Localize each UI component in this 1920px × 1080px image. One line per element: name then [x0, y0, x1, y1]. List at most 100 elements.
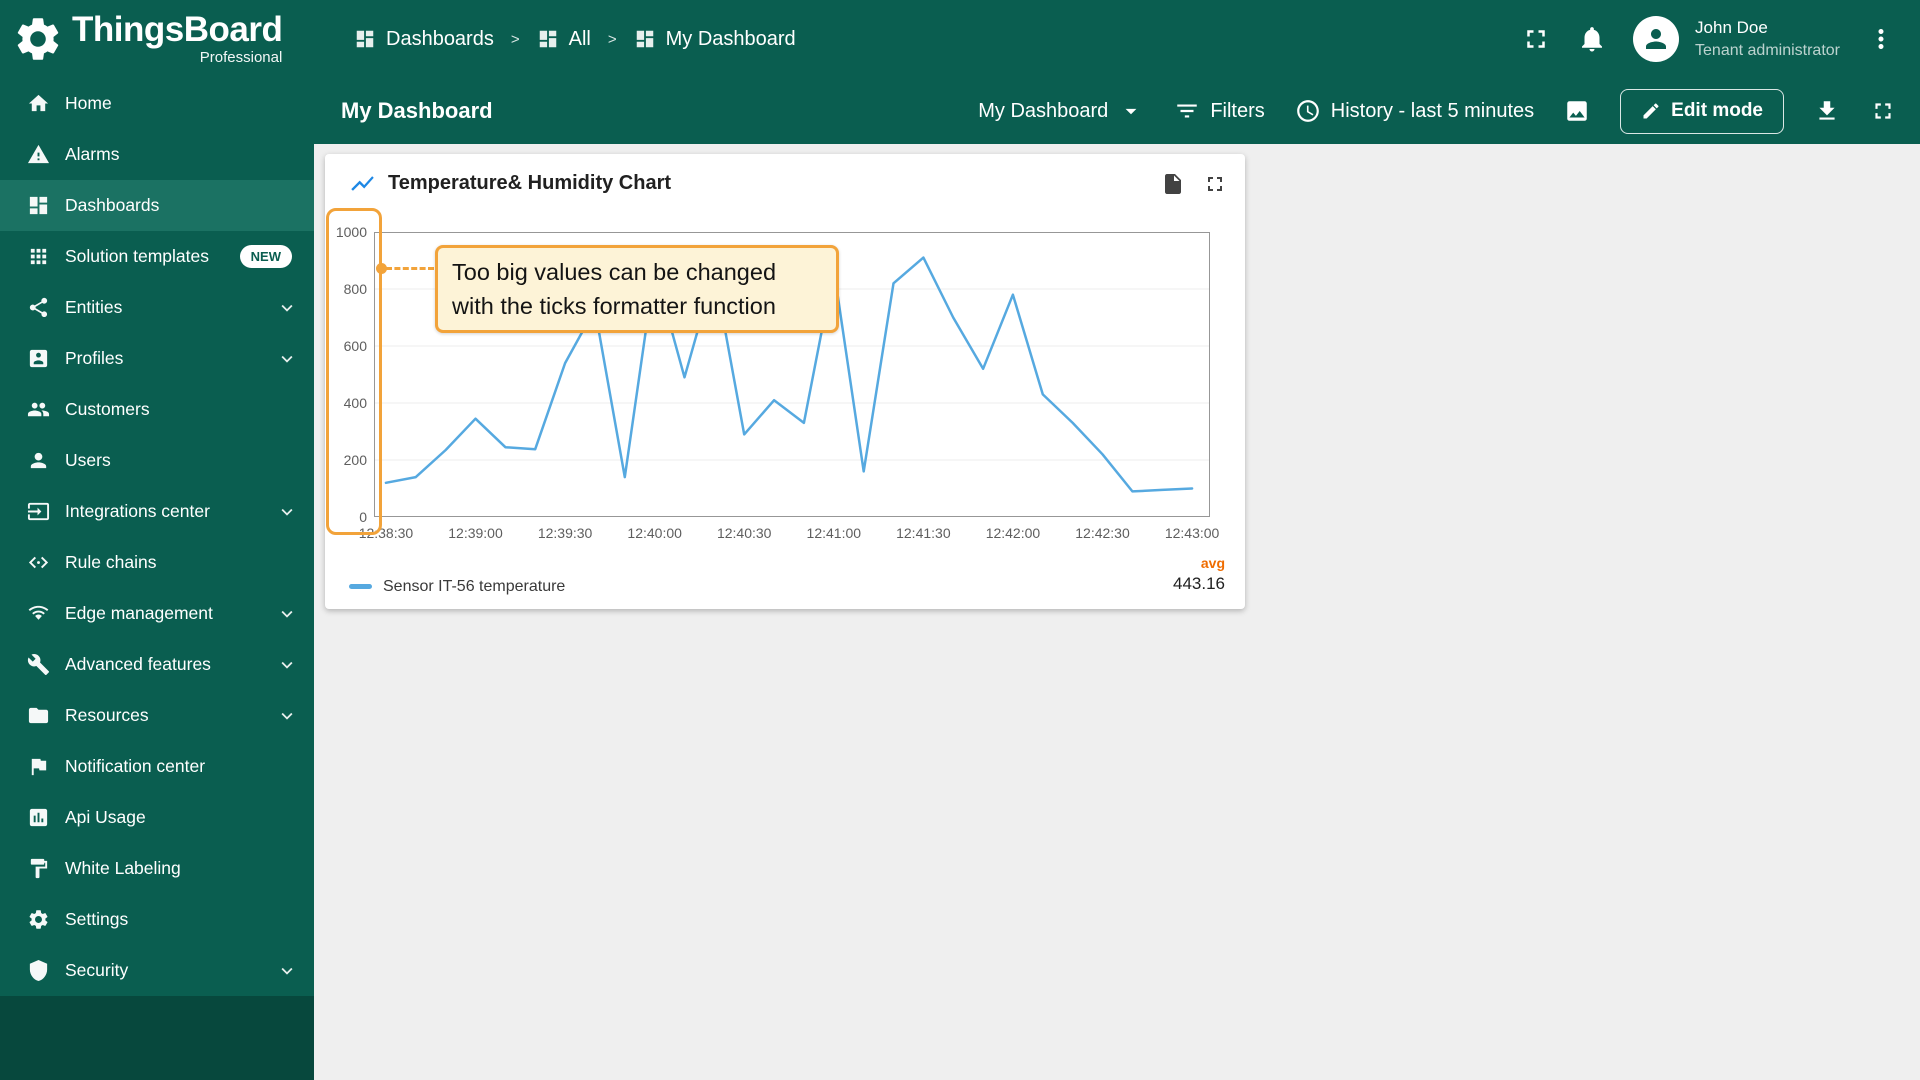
chart-box-icon [29, 808, 48, 827]
sidebar-item-settings[interactable]: Settings [0, 894, 314, 945]
history-label: History - last 5 minutes [1330, 99, 1535, 122]
sidebar-item-dashboards[interactable]: Dashboards [0, 180, 314, 231]
legend-series-item[interactable]: Sensor IT-56 temperature [349, 578, 565, 596]
user-name: John Doe [1695, 17, 1768, 37]
warning-icon [27, 144, 50, 164]
breadcrumb-item-dashboards[interactable]: Dashboards [354, 28, 494, 51]
dashboard-grid-icon [636, 30, 653, 48]
sidebar-item-white-labeling[interactable]: White Labeling [0, 843, 314, 894]
x-axis-tick: 12:38:30 [358, 525, 414, 541]
sidebar-item-integrations-center[interactable]: Integrations center [0, 486, 314, 537]
aggregation-label: avg [1200, 555, 1225, 571]
main-column: Dashboards > All > My Dashboard John Doe… [314, 0, 1920, 1080]
sidebar-item-label: Rule chains [65, 552, 157, 572]
sidebar-item-label: Notification center [65, 756, 206, 776]
y-axis-tick: 200 [343, 452, 367, 468]
chart-widget-card: Temperature& Humidity Chart 0 200 400 600 80… [325, 154, 1245, 609]
file-export-icon[interactable] [1161, 172, 1185, 196]
download-icon[interactable] [1814, 98, 1840, 124]
y-axis-tick: 1000 [335, 224, 367, 240]
widget-actions [1161, 172, 1227, 196]
chevron-down-icon [281, 967, 293, 975]
x-axis-tick: 12:41:00 [806, 525, 862, 541]
sidebar-item-advanced-features[interactable]: Advanced features [0, 639, 314, 690]
image-icon[interactable] [1564, 98, 1590, 124]
bell-icon[interactable] [1577, 24, 1607, 54]
fullscreen-icon[interactable] [1203, 172, 1227, 196]
sidebar-item-solution-templates[interactable]: Solution templates NEW [0, 231, 314, 282]
x-axis-tick: 12:42:30 [1075, 525, 1130, 541]
sidebar-item-home[interactable]: Home [0, 78, 314, 129]
breadcrumb-item-my-dashboard[interactable]: My Dashboard [634, 28, 796, 51]
user-info[interactable]: John Doe Tenant administrator [1695, 17, 1840, 62]
sidebar-item-rule-chains[interactable]: Rule chains [0, 537, 314, 588]
x-axis-tick: 12:40:00 [627, 525, 682, 541]
sidebar-item-notification-center[interactable]: Notification center [0, 741, 314, 792]
wrench-icon [27, 654, 50, 676]
x-axis-tick: 12:43:00 [1164, 525, 1220, 541]
new-badge: NEW [239, 245, 292, 268]
chevron-down-icon [281, 712, 293, 720]
dashboard-grid-icon [539, 30, 556, 48]
avatar-person-icon [1646, 29, 1667, 49]
sidebar-item-label: Integrations center [65, 501, 210, 521]
sidebar-item-label: Advanced features [65, 654, 211, 674]
legend-color-dash [349, 584, 372, 590]
topbar: Dashboards > All > My Dashboard John Doe… [314, 0, 1920, 78]
sidebar-item-users[interactable]: Users [0, 435, 314, 486]
dashboard-content: Temperature& Humidity Chart 0 200 400 600 80… [314, 144, 1920, 1080]
more-vert-icon[interactable] [1866, 24, 1896, 54]
sidebar-item-customers[interactable]: Customers [0, 384, 314, 435]
page-title: My Dashboard [341, 98, 493, 123]
x-axis-tick: 12:40:30 [716, 525, 772, 541]
breadcrumb-separator: > [510, 30, 520, 48]
topbar-actions: John Doe Tenant administrator [1521, 16, 1896, 62]
widget-title: Temperature& Humidity Chart [388, 172, 672, 194]
dashboard-state-select[interactable]: My Dashboard [978, 98, 1144, 124]
avatar[interactable] [1633, 16, 1680, 62]
breadcrumb-separator: > [607, 30, 617, 48]
breadcrumb-label: All [568, 27, 591, 50]
code-icon [28, 556, 49, 569]
callout-connector-line [386, 267, 434, 270]
folder-icon [28, 707, 49, 724]
pencil-icon [1643, 103, 1659, 119]
sidebar-item-api-usage[interactable]: Api Usage [0, 792, 314, 843]
clock-icon [1296, 100, 1319, 122]
gear-icon [29, 910, 48, 929]
sidebar-item-entities[interactable]: Entities [0, 282, 314, 333]
paint-icon [30, 858, 48, 879]
sidebar-item-label: Alarms [65, 144, 120, 164]
sidebar-item-edge-management[interactable]: Edge management [0, 588, 314, 639]
sidebar-item-label: White Labeling [65, 858, 181, 878]
sidebar-item-security[interactable]: Security [0, 945, 314, 996]
fullscreen-icon[interactable] [1521, 24, 1551, 54]
sidebar-item-label: Dashboards [65, 195, 160, 215]
filters-button[interactable]: Filters [1174, 98, 1265, 124]
sidebar-filler [0, 996, 314, 1080]
history-timewindow-button[interactable]: History - last 5 minutes [1295, 98, 1534, 124]
sidebar-item-alarms[interactable]: Alarms [0, 129, 314, 180]
logo[interactable]: ThingsBoard Professional [0, 0, 314, 78]
annotation-text-line1: Too big values can be changed [452, 259, 777, 285]
fullscreen-icon[interactable] [1870, 98, 1896, 124]
y-axis-tick: 800 [343, 281, 367, 297]
sidebar-item-profiles[interactable]: Profiles [0, 333, 314, 384]
y-axis-tick: 600 [343, 338, 367, 354]
sidebar-item-label: Api Usage [65, 807, 146, 827]
breadcrumb-label: Dashboards [386, 27, 494, 50]
breadcrumb: Dashboards > All > My Dashboard [354, 28, 796, 51]
breadcrumb-item-all[interactable]: All [537, 28, 591, 51]
person-icon [30, 452, 47, 469]
dashboard-state-value: My Dashboard [978, 99, 1109, 122]
dropdown-arrow-icon [1125, 108, 1137, 115]
edit-mode-button[interactable]: Edit mode [1620, 88, 1784, 134]
annotation-callout: Too big values can be changed with the t… [435, 245, 839, 333]
sidebar-item-resources[interactable]: Resources [0, 690, 314, 741]
toolbar-actions: My Dashboard Filters History - last 5 mi… [978, 88, 1896, 134]
annotation-text-line2: with the ticks formatter function [452, 293, 776, 319]
wifi-icon [28, 605, 49, 620]
chart-legend: Sensor IT-56 temperature avg 443.16 [349, 554, 1225, 596]
dashboards-icon [29, 196, 48, 215]
chevron-down-icon [281, 355, 293, 363]
